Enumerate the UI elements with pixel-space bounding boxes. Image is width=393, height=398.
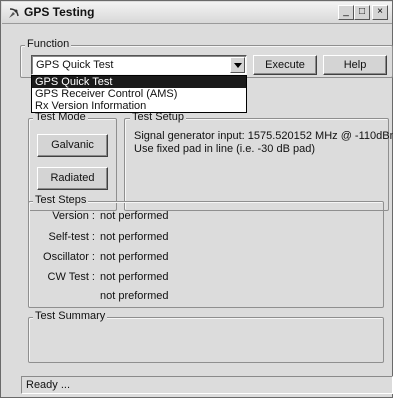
dropdown-option-gps-quick-test[interactable]: GPS Quick Test: [32, 76, 246, 88]
test-summary-label: Test Summary: [33, 310, 108, 322]
step-selftest-status: not performed: [100, 231, 169, 243]
dropdown-option-gps-receiver-control[interactable]: GPS Receiver Control (AMS): [32, 88, 246, 100]
function-group-label: Function: [25, 38, 72, 50]
execute-button[interactable]: Execute: [253, 55, 317, 75]
step-oscillator-label: Oscillator :: [43, 251, 95, 263]
maximize-button[interactable]: □: [354, 5, 370, 20]
chevron-down-icon: [234, 63, 242, 68]
radiated-button[interactable]: Radiated: [37, 167, 108, 190]
status-text: Ready ...: [26, 379, 71, 391]
test-summary-group: [28, 317, 384, 363]
title-bar[interactable]: GPS Testing _ □ ×: [2, 2, 392, 24]
help-button[interactable]: Help: [323, 55, 387, 75]
test-steps-label: Test Steps: [33, 194, 89, 206]
dropdown-option-rx-version-information[interactable]: Rx Version Information: [32, 100, 246, 112]
step-version-status: not performed: [100, 210, 169, 222]
galvanic-button[interactable]: Galvanic: [37, 134, 108, 157]
function-select-value: GPS Quick Test: [36, 59, 114, 71]
minimize-button[interactable]: _: [338, 5, 354, 20]
step-oscillator-status: not performed: [100, 251, 169, 263]
step-cwtest-label: CW Test :: [47, 271, 95, 283]
status-bar: Ready ...: [21, 376, 393, 394]
setup-instruction-pad: Use fixed pad in line (i.e. -30 dB pad): [134, 143, 315, 155]
function-dropdown-list[interactable]: GPS Quick Test GPS Receiver Control (AMS…: [31, 75, 247, 113]
satellite-dish-icon: [7, 6, 21, 20]
dropdown-button[interactable]: [230, 57, 245, 73]
gps-testing-window: GPS Testing _ □ × Function GPS Quick Tes…: [0, 0, 393, 398]
setup-instruction-signal: Signal generator input: 1575.520152 MHz …: [134, 130, 393, 142]
close-button[interactable]: ×: [372, 5, 388, 20]
step-extra-status: not preformed: [100, 290, 169, 302]
step-selftest-label: Self-test :: [48, 231, 95, 243]
step-version-label: Version :: [52, 210, 95, 222]
step-cwtest-status: not performed: [100, 271, 169, 283]
function-select[interactable]: GPS Quick Test: [31, 55, 247, 75]
window-title: GPS Testing: [24, 5, 95, 19]
